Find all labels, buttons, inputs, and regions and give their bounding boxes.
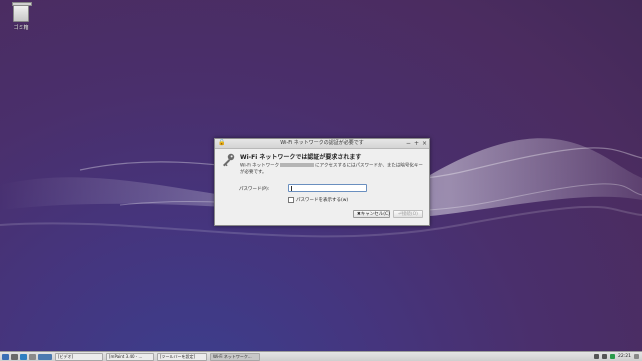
dialog-titlebar[interactable]: 🔒 Wi-Fi ネットワークの認証が必要です − + × <box>215 139 429 149</box>
menu-icon[interactable] <box>2 353 9 360</box>
desktop-switch-icon[interactable] <box>38 353 52 360</box>
task-item-wifi-dialog[interactable]: Wi-Fi ネットワーク... <box>210 352 260 361</box>
maximize-button[interactable]: + <box>414 139 419 148</box>
text-caret <box>291 186 292 191</box>
password-label: パスワード(P): <box>239 187 270 192</box>
taskbar: [ビデオ] [mPaint 3.40 - ... [ツールバーを設定] Wi-F… <box>0 351 642 361</box>
show-password-label: パスワードを表示する(w) <box>296 198 349 203</box>
files-icon[interactable] <box>11 353 18 360</box>
show-password-checkbox[interactable]: パスワードを表示する(w) <box>288 197 348 203</box>
trash-label: ゴミ箱 <box>13 25 29 31</box>
checkbox-box[interactable] <box>288 197 294 203</box>
power-icon[interactable] <box>634 354 639 359</box>
volume-icon[interactable] <box>594 354 600 359</box>
task-item-toolbar-settings[interactable]: [ツールバーを設定] <box>157 352 207 361</box>
wifi-auth-dialog: 🔒 Wi-Fi ネットワークの認証が必要です − + × Wi-Fi ネットワー… <box>214 138 430 226</box>
task-item-mpaint[interactable]: [mPaint 3.40 - ... <box>106 352 154 361</box>
system-tray: 22:21 <box>594 354 639 359</box>
browser-icon[interactable] <box>20 353 27 360</box>
desc-prefix: Wi-Fi ネットワーク <box>240 163 280 169</box>
close-button[interactable]: × <box>422 139 427 148</box>
network-icon[interactable] <box>602 354 608 359</box>
connect-button[interactable]: ⏎接続(O) <box>393 210 423 218</box>
dialog-title: Wi-Fi ネットワークの認証が必要です <box>280 140 364 146</box>
dialog-description: Wi-Fi ネットワーク にアクセスするにはパスワードか、または暗号化キーが必要で… <box>240 163 423 176</box>
terminal-icon[interactable] <box>29 353 36 360</box>
window-controls: − + × <box>406 139 427 148</box>
ssid-redacted <box>280 163 315 167</box>
cancel-button[interactable]: ✖キャンセル(C) <box>353 210 390 218</box>
key-icon <box>223 153 235 167</box>
trash-icon <box>12 2 32 22</box>
minimize-button[interactable]: − <box>406 139 411 148</box>
task-item-video[interactable]: [ビデオ] <box>55 352 103 361</box>
dialog-heading: Wi-Fi ネットワークでは認証が要求されます <box>240 154 362 161</box>
update-icon[interactable] <box>610 354 616 359</box>
trash-desktop-icon[interactable]: ゴミ箱 <box>8 2 34 31</box>
dialog-buttons: ✖キャンセル(C) ⏎接続(O) <box>353 210 423 218</box>
clock[interactable]: 22:21 <box>618 354 631 359</box>
desktop: ゴミ箱 🔒 Wi-Fi ネットワークの認証が必要です − + × Wi-Fi ネ… <box>0 0 642 361</box>
password-input[interactable] <box>288 184 367 192</box>
